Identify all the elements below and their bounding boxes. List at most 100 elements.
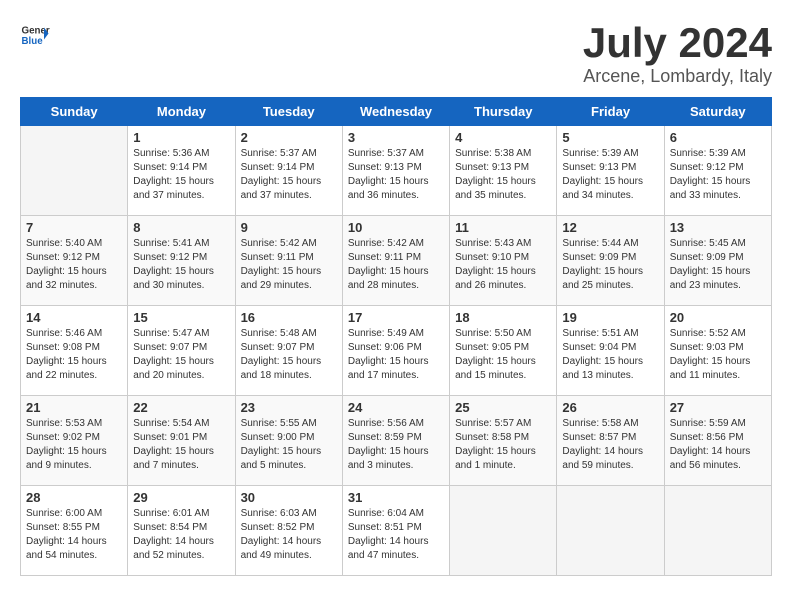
title-area: July 2024 Arcene, Lombardy, Italy	[583, 20, 772, 87]
calendar-cell: 3Sunrise: 5:37 AM Sunset: 9:13 PM Daylig…	[342, 126, 449, 216]
day-number: 1	[133, 130, 229, 145]
day-number: 29	[133, 490, 229, 505]
calendar-cell: 29 Sunrise: 6:01 AM Sunset: 8:54 PM Dayli…	[128, 486, 235, 576]
calendar-cell	[450, 486, 557, 576]
calendar-week-row: 7 Sunrise: 5:40 AM Sunset: 9:12 PM Daylig…	[21, 216, 772, 306]
weekday-header-wednesday: Wednesday	[342, 98, 449, 126]
calendar-cell: 7 Sunrise: 5:40 AM Sunset: 9:12 PM Daylig…	[21, 216, 128, 306]
day-info: Sunrise: 5:56 AM Sunset: 8:59 PM Dayligh…	[348, 417, 444, 473]
calendar-cell: 14 Sunrise: 5:46 AM Sunset: 9:08 PM Dayli…	[21, 306, 128, 396]
day-number: 13	[670, 220, 766, 235]
calendar-cell: 20Sunrise: 5:52 AM Sunset: 9:03 PM Dayli…	[664, 306, 771, 396]
day-info: Sunrise: 5:54 AM Sunset: 9:01 PM Dayligh…	[133, 417, 229, 473]
weekday-header-row: SundayMondayTuesdayWednesdayThursdayFrid…	[21, 98, 772, 126]
day-info: Sunrise: 6:03 AM Sunset: 8:52 PM Dayligh…	[241, 507, 337, 563]
day-number: 7	[26, 220, 122, 235]
calendar-week-row: 1 Sunrise: 5:36 AM Sunset: 9:14 PM Daylig…	[21, 126, 772, 216]
day-info: Sunrise: 5:44 AM Sunset: 9:09 PM Dayligh…	[562, 237, 658, 293]
calendar-cell: 8 Sunrise: 5:41 AM Sunset: 9:12 PM Daylig…	[128, 216, 235, 306]
calendar-cell: 25 Sunrise: 5:57 AM Sunset: 8:58 PM Dayli…	[450, 396, 557, 486]
day-number: 5	[562, 130, 658, 145]
day-info: Sunrise: 5:41 AM Sunset: 9:12 PM Dayligh…	[133, 237, 229, 293]
calendar-cell: 24 Sunrise: 5:56 AM Sunset: 8:59 PM Dayli…	[342, 396, 449, 486]
day-info: Sunrise: 5:39 AM Sunset: 9:12 PM Dayligh…	[670, 147, 766, 203]
day-info: Sunrise: 6:04 AM Sunset: 8:51 PM Dayligh…	[348, 507, 444, 563]
weekday-header-monday: Monday	[128, 98, 235, 126]
day-info: Sunrise: 5:40 AM Sunset: 9:12 PM Dayligh…	[26, 237, 122, 293]
day-number: 28	[26, 490, 122, 505]
calendar-cell: 18Sunrise: 5:50 AM Sunset: 9:05 PM Dayli…	[450, 306, 557, 396]
day-info: Sunrise: 5:43 AM Sunset: 9:10 PM Dayligh…	[455, 237, 551, 293]
calendar-cell: 4 Sunrise: 5:38 AM Sunset: 9:13 PM Daylig…	[450, 126, 557, 216]
day-number: 14	[26, 310, 122, 325]
month-title: July 2024	[583, 20, 772, 66]
day-info: Sunrise: 5:48 AM Sunset: 9:07 PM Dayligh…	[241, 327, 337, 383]
day-number: 17	[348, 310, 444, 325]
day-info: Sunrise: 5:55 AM Sunset: 9:00 PM Dayligh…	[241, 417, 337, 473]
calendar-cell: 15 Sunrise: 5:47 AM Sunset: 9:07 PM Dayli…	[128, 306, 235, 396]
calendar-cell	[664, 486, 771, 576]
day-number: 31	[348, 490, 444, 505]
day-info: Sunrise: 5:47 AM Sunset: 9:07 PM Dayligh…	[133, 327, 229, 383]
generalblue-logo-icon: General Blue	[20, 20, 50, 50]
day-info: Sunrise: 5:51 AM Sunset: 9:04 PM Dayligh…	[562, 327, 658, 383]
calendar-cell	[21, 126, 128, 216]
day-number: 12	[562, 220, 658, 235]
calendar-cell: 30 Sunrise: 6:03 AM Sunset: 8:52 PM Dayli…	[235, 486, 342, 576]
logo: General Blue	[20, 20, 50, 50]
day-info: Sunrise: 5:46 AM Sunset: 9:08 PM Dayligh…	[26, 327, 122, 383]
day-number: 9	[241, 220, 337, 235]
calendar-cell: 6 Sunrise: 5:39 AM Sunset: 9:12 PM Daylig…	[664, 126, 771, 216]
weekday-header-friday: Friday	[557, 98, 664, 126]
day-number: 15	[133, 310, 229, 325]
day-info: Sunrise: 5:36 AM Sunset: 9:14 PM Dayligh…	[133, 147, 229, 203]
weekday-header-thursday: Thursday	[450, 98, 557, 126]
calendar-cell: 28 Sunrise: 6:00 AM Sunset: 8:55 PM Dayli…	[21, 486, 128, 576]
day-number: 16	[241, 310, 337, 325]
day-number: 8	[133, 220, 229, 235]
calendar-cell: 26 Sunrise: 5:58 AM Sunset: 8:57 PM Dayli…	[557, 396, 664, 486]
day-info: Sunrise: 5:42 AM Sunset: 9:11 PM Dayligh…	[241, 237, 337, 293]
day-info: Sunrise: 5:53 AM Sunset: 9:02 PM Dayligh…	[26, 417, 122, 473]
calendar-cell: 10 Sunrise: 5:42 AM Sunset: 9:11 PM Dayli…	[342, 216, 449, 306]
calendar-cell: 17Sunrise: 5:49 AM Sunset: 9:06 PM Dayli…	[342, 306, 449, 396]
calendar-cell: 27 Sunrise: 5:59 AM Sunset: 8:56 PM Dayli…	[664, 396, 771, 486]
calendar-table: SundayMondayTuesdayWednesdayThursdayFrid…	[20, 97, 772, 576]
day-info: Sunrise: 5:45 AM Sunset: 9:09 PM Dayligh…	[670, 237, 766, 293]
day-number: 24	[348, 400, 444, 415]
day-info: Sunrise: 5:58 AM Sunset: 8:57 PM Dayligh…	[562, 417, 658, 473]
calendar-week-row: 21Sunrise: 5:53 AM Sunset: 9:02 PM Dayli…	[21, 396, 772, 486]
day-number: 11	[455, 220, 551, 235]
day-number: 30	[241, 490, 337, 505]
day-number: 6	[670, 130, 766, 145]
day-info: Sunrise: 5:38 AM Sunset: 9:13 PM Dayligh…	[455, 147, 551, 203]
day-info: Sunrise: 5:59 AM Sunset: 8:56 PM Dayligh…	[670, 417, 766, 473]
day-info: Sunrise: 6:01 AM Sunset: 8:54 PM Dayligh…	[133, 507, 229, 563]
calendar-cell: 31 Sunrise: 6:04 AM Sunset: 8:51 PM Dayli…	[342, 486, 449, 576]
day-info: Sunrise: 5:50 AM Sunset: 9:05 PM Dayligh…	[455, 327, 551, 383]
calendar-week-row: 14 Sunrise: 5:46 AM Sunset: 9:08 PM Dayli…	[21, 306, 772, 396]
calendar-cell: 16 Sunrise: 5:48 AM Sunset: 9:07 PM Dayli…	[235, 306, 342, 396]
day-info: Sunrise: 6:00 AM Sunset: 8:55 PM Dayligh…	[26, 507, 122, 563]
calendar-cell: 19Sunrise: 5:51 AM Sunset: 9:04 PM Dayli…	[557, 306, 664, 396]
day-number: 25	[455, 400, 551, 415]
calendar-cell: 11 Sunrise: 5:43 AM Sunset: 9:10 PM Dayli…	[450, 216, 557, 306]
calendar-cell: 2 Sunrise: 5:37 AM Sunset: 9:14 PM Daylig…	[235, 126, 342, 216]
day-number: 23	[241, 400, 337, 415]
day-info: Sunrise: 5:42 AM Sunset: 9:11 PM Dayligh…	[348, 237, 444, 293]
day-number: 27	[670, 400, 766, 415]
calendar-cell: 22 Sunrise: 5:54 AM Sunset: 9:01 PM Dayli…	[128, 396, 235, 486]
weekday-header-sunday: Sunday	[21, 98, 128, 126]
calendar-cell: 9 Sunrise: 5:42 AM Sunset: 9:11 PM Daylig…	[235, 216, 342, 306]
day-number: 10	[348, 220, 444, 235]
day-number: 2	[241, 130, 337, 145]
day-number: 22	[133, 400, 229, 415]
location-title: Arcene, Lombardy, Italy	[583, 66, 772, 87]
calendar-cell: 21Sunrise: 5:53 AM Sunset: 9:02 PM Dayli…	[21, 396, 128, 486]
day-number: 4	[455, 130, 551, 145]
calendar-cell: 13 Sunrise: 5:45 AM Sunset: 9:09 PM Dayli…	[664, 216, 771, 306]
day-number: 26	[562, 400, 658, 415]
day-info: Sunrise: 5:57 AM Sunset: 8:58 PM Dayligh…	[455, 417, 551, 473]
day-info: Sunrise: 5:37 AM Sunset: 9:14 PM Dayligh…	[241, 147, 337, 203]
calendar-cell: 23 Sunrise: 5:55 AM Sunset: 9:00 PM Dayli…	[235, 396, 342, 486]
